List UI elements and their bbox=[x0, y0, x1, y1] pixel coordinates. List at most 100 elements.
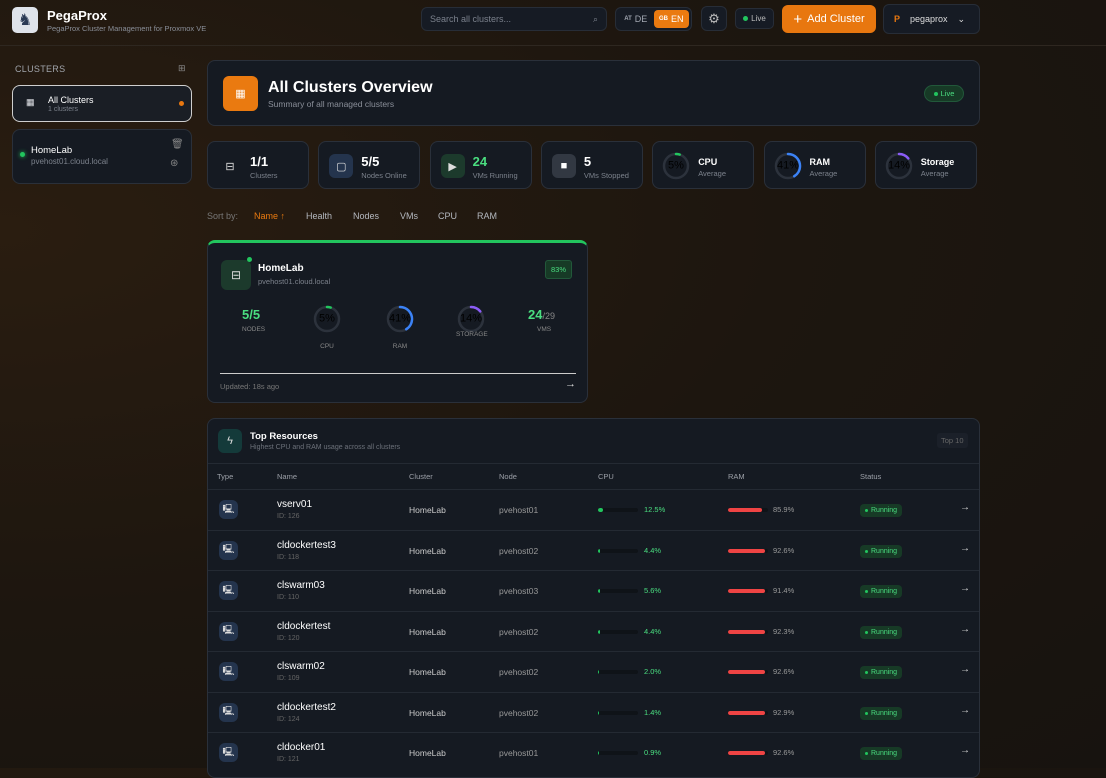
vm-monitor-icon: 🖳 bbox=[219, 662, 238, 681]
table-row[interactable]: 🖳 clswarm02 ID: 109 HomeLab pvehost02 2.… bbox=[208, 651, 979, 692]
status-label: Running bbox=[871, 750, 898, 757]
sort-option[interactable]: RAM bbox=[477, 211, 497, 221]
status-label: Running bbox=[871, 547, 898, 555]
connect-arrow-icon[interactable]: ⊛ bbox=[170, 158, 178, 169]
status-label: Running bbox=[871, 669, 898, 676]
settings-gear-icon[interactable]: ⚙ bbox=[701, 6, 727, 31]
flag-gb: GB bbox=[658, 16, 668, 22]
cluster-card-homelab[interactable]: ⊟ HomeLab pvehost01.cloud.local 83% 5/5 … bbox=[207, 240, 588, 403]
stat-label: VMs Running bbox=[472, 171, 518, 180]
user-avatar: P bbox=[894, 14, 901, 24]
play-icon: ▶ bbox=[440, 154, 465, 178]
stat-value: 5 bbox=[583, 154, 592, 169]
arrow-right-icon[interactable]: → bbox=[960, 624, 970, 635]
cpu-value: 4.4% bbox=[644, 626, 662, 636]
cpu-value: 0.9% bbox=[644, 748, 662, 757]
vm-monitor-icon: 🖳 bbox=[219, 540, 238, 560]
add-cluster-button[interactable]: + Add Cluster bbox=[782, 5, 876, 33]
live-badge: Live bbox=[924, 85, 964, 102]
arrow-right-icon[interactable]: → bbox=[960, 745, 970, 756]
table-row[interactable]: 🖳 vserv01 ID: 126 HomeLab pvehost01 12.5… bbox=[208, 489, 979, 530]
resource-name[interactable]: cldockertest2 bbox=[277, 702, 336, 713]
stat-card-nodes-online: ▢ 5/5 Nodes Online bbox=[318, 141, 421, 189]
table-row[interactable]: 🖳 cldocker01 ID: 121 HomeLab pvehost01 0… bbox=[208, 732, 979, 773]
gauge-ram: 41% bbox=[774, 152, 801, 180]
sort-option[interactable]: Health bbox=[306, 211, 332, 221]
resource-name[interactable]: vserv01 bbox=[277, 499, 312, 510]
gauge-card-ram: 41% RAM Average bbox=[763, 141, 866, 189]
resource-name[interactable]: cldockertest3 bbox=[277, 540, 336, 551]
table-row[interactable]: 🖳 clswarm03 ID: 110 HomeLab pvehost03 5.… bbox=[208, 570, 979, 611]
resource-node: pvehost02 bbox=[499, 545, 539, 556]
cluster-gauge-label: CPU bbox=[320, 343, 334, 350]
ram-value: 91.4% bbox=[773, 586, 795, 595]
status-label: Running bbox=[871, 588, 898, 595]
resource-name[interactable]: clswarm03 bbox=[277, 580, 325, 591]
sidebar-item-homelab[interactable]: HomeLab pvehost01.cloud.local 🗑 ⊛ bbox=[12, 129, 192, 184]
sort-option[interactable]: VMs bbox=[400, 211, 418, 221]
live-indicator[interactable]: Live bbox=[735, 8, 774, 29]
ram-bar bbox=[728, 710, 768, 715]
sort-option[interactable]: Name ↑ bbox=[254, 211, 285, 221]
resource-id: ID: 110 bbox=[277, 594, 300, 601]
status-dot-icon bbox=[865, 671, 868, 674]
cluster-gauge-label: RAM bbox=[392, 343, 408, 350]
add-folder-icon[interactable]: ⊞ bbox=[178, 63, 186, 74]
search-input[interactable]: Search all clusters... ⌕ bbox=[421, 7, 607, 31]
resource-node: pvehost03 bbox=[499, 586, 539, 596]
sidebar-item-sub: pvehost01.cloud.local bbox=[31, 157, 108, 166]
arrow-right-icon[interactable]: → bbox=[565, 378, 576, 390]
stat-card-vms-stopped: ■ 5 VMs Stopped bbox=[540, 141, 643, 189]
cpu-bar bbox=[598, 629, 638, 634]
cpu-value: 5.6% bbox=[644, 586, 662, 595]
lang-en-button[interactable]: GB EN bbox=[653, 10, 689, 28]
nodes-label: NODES bbox=[242, 326, 266, 333]
gauge-label: Storage bbox=[920, 157, 955, 167]
cpu-value: 12.5% bbox=[644, 505, 666, 514]
table-row[interactable]: 🖳 cldockertest ID: 120 HomeLab pvehost02… bbox=[208, 610, 979, 652]
flag-at: AT bbox=[624, 16, 632, 22]
status-label: Running bbox=[871, 628, 898, 636]
vms-label: VMS bbox=[537, 326, 552, 333]
resource-id: ID: 126 bbox=[277, 513, 300, 520]
cpu-bar bbox=[598, 548, 638, 553]
status-badge: Running bbox=[860, 544, 903, 558]
trash-icon[interactable]: 🗑 bbox=[171, 139, 184, 150]
sidebar-item-all-clusters[interactable]: ▦ All Clusters 1 clusters bbox=[12, 85, 192, 122]
resource-name[interactable]: clswarm02 bbox=[277, 661, 325, 672]
page-subtitle: Summary of all managed clusters bbox=[268, 99, 395, 109]
arrow-right-icon[interactable]: → bbox=[960, 543, 970, 554]
vm-monitor-icon: 🖳 bbox=[219, 500, 238, 519]
resource-id: ID: 109 bbox=[277, 675, 300, 682]
resource-cluster: HomeLab bbox=[409, 545, 446, 556]
user-name: pegaprox bbox=[910, 14, 948, 24]
arrow-right-icon[interactable]: → bbox=[960, 705, 970, 716]
active-dot-icon bbox=[179, 101, 184, 106]
lang-de-button[interactable]: AT DE bbox=[618, 10, 654, 28]
ram-bar bbox=[728, 548, 768, 553]
gauge-ram-text: 41% bbox=[776, 160, 798, 172]
pegaprox-logo-icon: ♞ bbox=[12, 7, 38, 33]
resource-node: pvehost02 bbox=[499, 626, 539, 637]
resource-name[interactable]: cldockertest bbox=[277, 621, 330, 632]
sort-option[interactable]: Nodes bbox=[353, 211, 379, 221]
resource-name[interactable]: cldocker01 bbox=[277, 742, 325, 753]
arrow-right-icon[interactable]: → bbox=[960, 583, 970, 594]
cluster-gauge-storage-text: 14% bbox=[460, 313, 482, 325]
arrow-right-icon[interactable]: → bbox=[960, 502, 970, 513]
ram-value: 92.3% bbox=[773, 626, 795, 636]
divider bbox=[208, 463, 979, 464]
stat-label: VMs Stopped bbox=[583, 171, 629, 180]
arrow-right-icon[interactable]: → bbox=[960, 664, 970, 675]
cluster-gauge-ram-text: 41% bbox=[389, 313, 411, 325]
table-row[interactable]: 🖳 cldockertest3 ID: 118 HomeLab pvehost0… bbox=[208, 529, 979, 571]
cpu-chip-icon: ▢ bbox=[329, 154, 354, 178]
cpu-value: 1.4% bbox=[644, 707, 662, 717]
status-dot-icon bbox=[865, 509, 868, 512]
gauge-card-cpu: 5% CPU Average bbox=[652, 141, 755, 189]
table-row[interactable]: 🖳 cldockertest2 ID: 124 HomeLab pvehost0… bbox=[208, 691, 979, 733]
user-menu[interactable]: Ppegaprox ⌄ bbox=[883, 4, 980, 34]
sort-option[interactable]: CPU bbox=[438, 211, 457, 221]
cpu-value: 2.0% bbox=[644, 667, 662, 676]
stat-value: 5/5 bbox=[361, 154, 380, 169]
